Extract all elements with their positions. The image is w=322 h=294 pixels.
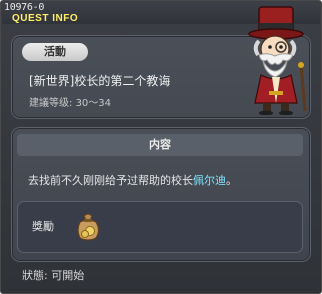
window-title: QUEST INFO <box>12 13 79 24</box>
money-bag-icon[interactable] <box>70 208 106 244</box>
description-text: 去找前不久刚刚给予过帮助的校长 <box>28 174 193 187</box>
principal-npc-figure <box>248 6 307 115</box>
quest-description: 去找前不久刚刚给予过帮助的校长佩尔迪。 <box>28 172 237 188</box>
quest-level: 建議等级: 30～34 <box>29 94 111 109</box>
reward-box: 獎勵 <box>17 201 303 253</box>
quest-content-panel: 内容 去找前不久刚刚给予过帮助的校长佩尔迪。 獎勵 <box>11 127 311 262</box>
content-header: 内容 <box>17 134 303 156</box>
quest-type-badge: 活動 <box>22 43 88 61</box>
level-label: 建議等级: <box>29 98 73 109</box>
reward-label: 獎勵 <box>32 220 54 233</box>
quest-name: [新世界]校长的第二个教诲 <box>29 74 171 88</box>
description-end: 。 <box>226 174 237 187</box>
quest-info-window: 10976-0 QUEST INFO 活動 [新世界]校长的第二个教诲 建議等级… <box>0 0 322 294</box>
status-value: 可開始 <box>51 269 85 282</box>
npc-name-link[interactable]: 佩尔迪 <box>193 174 226 187</box>
quest-status: 狀態: 可開始 <box>22 267 84 283</box>
level-range: 30～34 <box>75 98 112 109</box>
status-label: 狀態: <box>22 269 48 282</box>
quest-id: 10976-0 <box>4 2 45 13</box>
